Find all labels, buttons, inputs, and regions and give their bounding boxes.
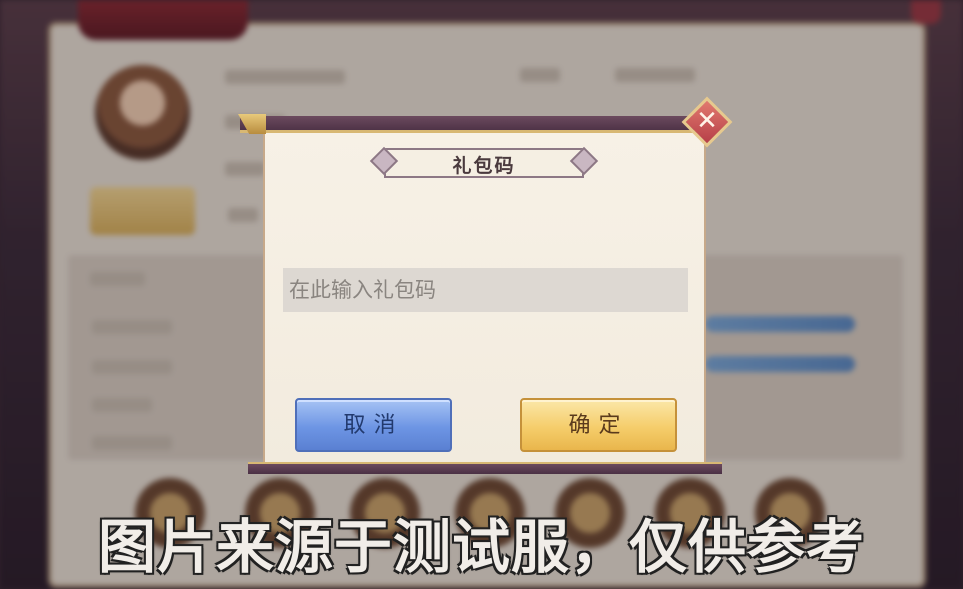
watermark-caption: 图片来源于测试服，仅供参考 <box>97 513 865 581</box>
dialog-title-bar: 礼包码 <box>369 146 599 180</box>
dialog-bottom-frame <box>248 464 722 474</box>
gift-code-input[interactable] <box>283 268 688 312</box>
close-button[interactable]: ✕ <box>681 96 733 148</box>
dialog-top-trim <box>240 130 715 133</box>
confirm-button[interactable]: 确定 <box>520 398 677 452</box>
close-icon: ✕ <box>696 106 718 136</box>
dialog-title: 礼包码 <box>452 155 516 177</box>
cancel-button[interactable]: 取消 <box>295 398 452 452</box>
